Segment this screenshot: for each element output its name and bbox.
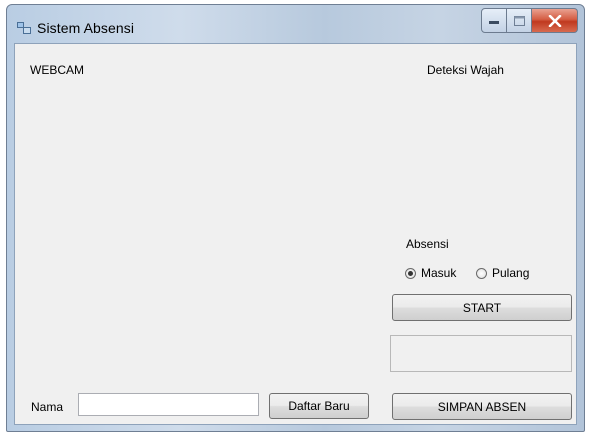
daftar-baru-button[interactable]: Daftar Baru [269, 393, 369, 419]
close-button[interactable] [532, 8, 578, 33]
minimize-button[interactable] [481, 8, 507, 33]
radio-pulang-indicator[interactable] [476, 267, 487, 279]
nama-input[interactable] [78, 393, 259, 416]
nama-label: Nama [31, 400, 64, 414]
app-icon [17, 21, 31, 34]
maximize-button[interactable] [507, 8, 532, 33]
status-box [390, 335, 572, 372]
absensi-label: Absensi [406, 237, 449, 251]
start-button[interactable]: START [392, 294, 572, 321]
app-window: Sistem Absensi WEBCAM Deteksi Wajah Abse… [6, 4, 585, 432]
simpan-absen-button[interactable]: SIMPAN ABSEN [392, 393, 572, 420]
radio-masuk-indicator[interactable] [405, 267, 416, 279]
close-icon [548, 14, 561, 27]
radio-pulang[interactable]: Pulang [476, 266, 529, 280]
client-area: WEBCAM Deteksi Wajah Absensi Masuk Pulan… [14, 43, 577, 425]
deteksi-wajah-label: Deteksi Wajah [427, 63, 504, 77]
maximize-icon [513, 15, 525, 26]
webcam-label: WEBCAM [30, 63, 84, 77]
title-bar[interactable]: Sistem Absensi [7, 5, 584, 43]
minimize-icon [489, 20, 499, 24]
window-controls [481, 8, 578, 33]
window-title: Sistem Absensi [37, 20, 135, 36]
radio-pulang-label: Pulang [492, 266, 530, 280]
radio-masuk[interactable]: Masuk [405, 266, 456, 280]
radio-masuk-label: Masuk [421, 266, 457, 280]
